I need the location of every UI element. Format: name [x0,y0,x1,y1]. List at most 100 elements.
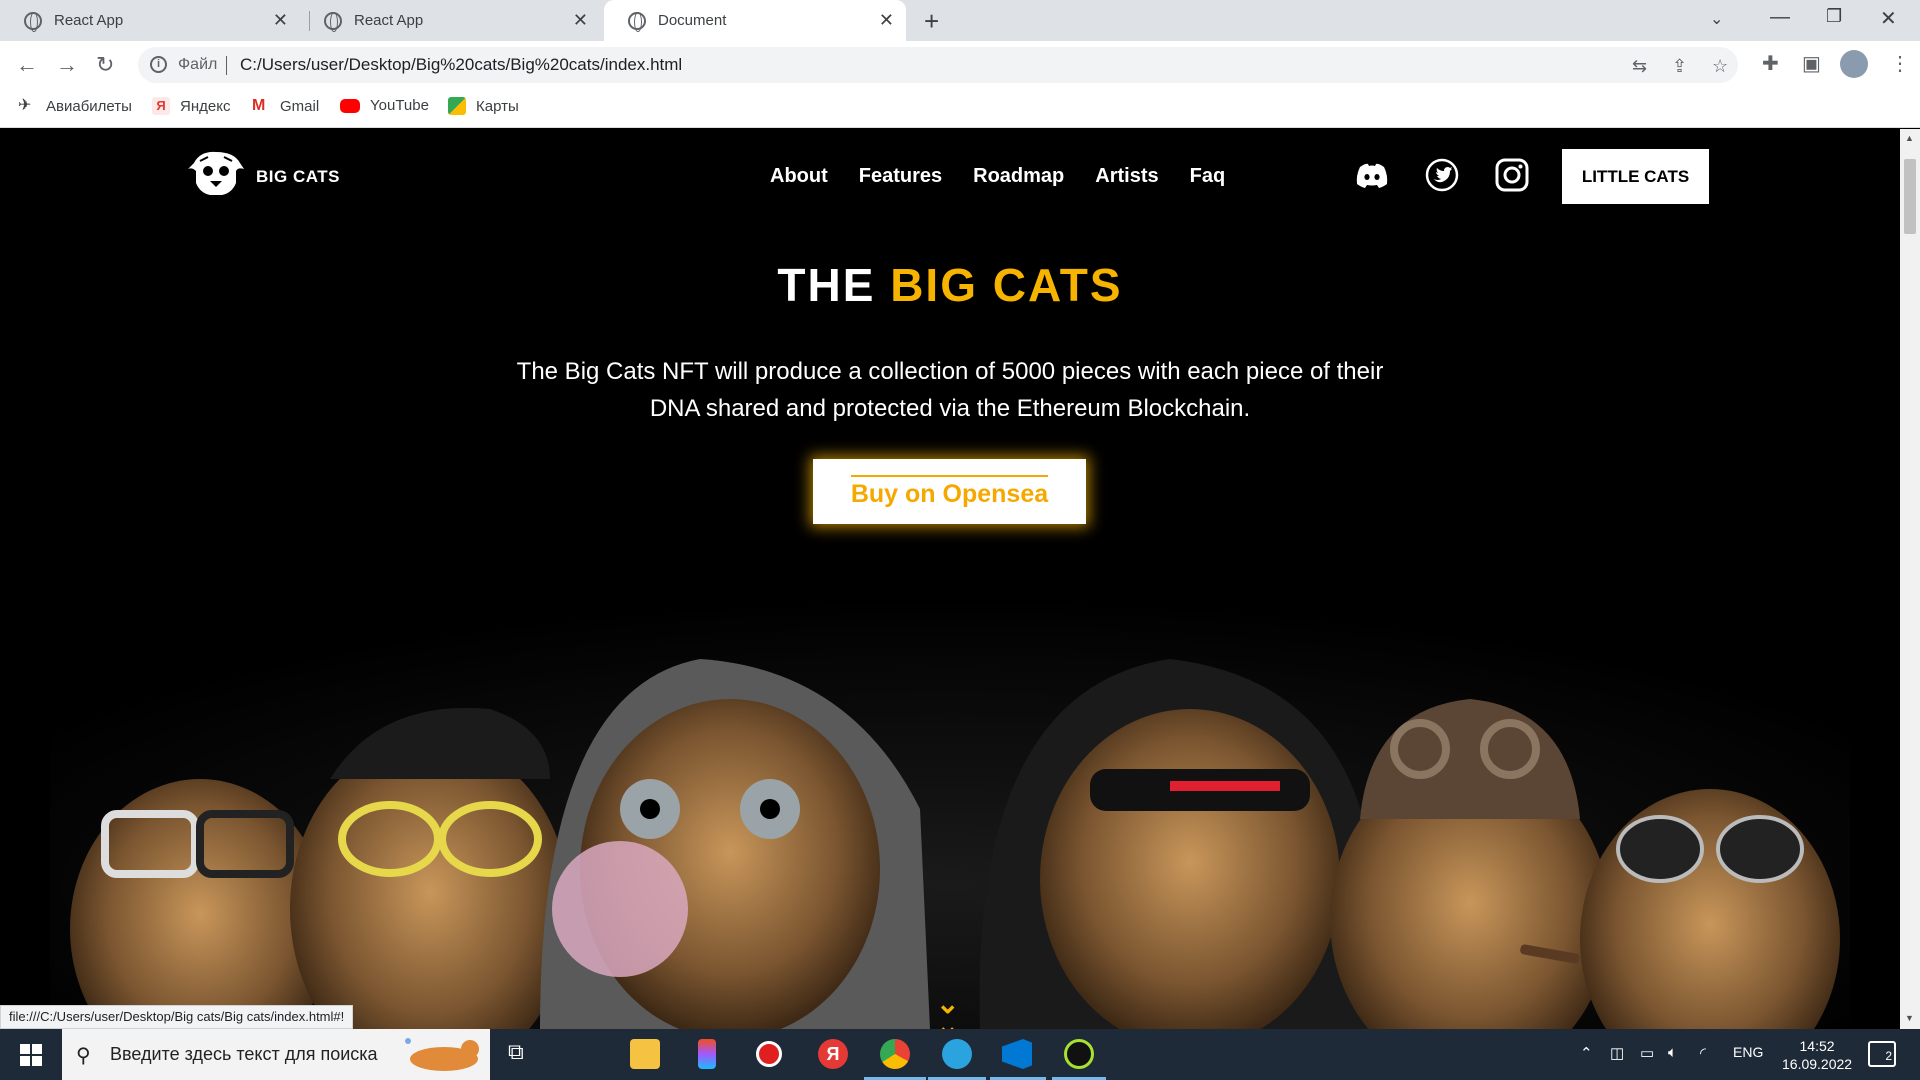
bookmark-label: YouTube [370,97,429,114]
globe-icon [628,11,646,32]
windows-start-icon[interactable] [20,1044,42,1066]
divider [226,56,227,75]
avatar[interactable] [1840,50,1868,78]
plane-icon: ✈ [18,97,32,114]
meet-now-icon[interactable]: ◫ [1610,1044,1624,1062]
close-tab-icon[interactable]: ✕ [573,10,588,31]
bookmarks-bar: ✈ Авиабилеты Я Яндекс M Gmail YouTube Ка… [0,88,1920,128]
discord-icon[interactable] [1354,157,1390,193]
hero-title: THE BIG CATS [0,258,1900,312]
main-nav: About Features Roadmap Artists Faq [770,165,1225,188]
bookmark-gmail[interactable]: M Gmail [252,97,319,115]
maps-icon [448,97,466,115]
scroll-up-arrow-icon[interactable]: ▲ [1905,133,1914,143]
bookmark-maps[interactable]: Карты [448,97,519,115]
record-icon[interactable] [756,1041,782,1067]
nav-about[interactable]: About [770,165,828,188]
network-icon[interactable]: ◜ [1700,1044,1706,1062]
search-placeholder: Введите здесь текст для поиска [110,1044,378,1064]
search-icon: ⚲ [76,1045,91,1067]
tab-document[interactable]: Document ✕ [604,0,906,41]
scroll-down-icon-2[interactable]: ⌄ [936,1009,959,1029]
figma-icon[interactable] [698,1039,716,1069]
close-window-icon[interactable]: ✕ [1880,6,1897,31]
browser-tab-bar: React App ✕ React App ✕ Document ✕ + ⌄ —… [0,0,1920,41]
side-panel-icon[interactable]: ▣ [1802,51,1821,76]
forward-icon[interactable]: → [56,52,78,78]
tab-title: React App [54,12,124,29]
info-icon[interactable]: i [150,56,167,73]
buy-on-opensea-button[interactable]: Buy on Opensea [813,459,1086,524]
globe-icon [324,11,342,32]
notification-center-icon[interactable]: 2 [1868,1041,1896,1067]
share-icon[interactable]: ⇪ [1672,56,1687,77]
tab-react-app-2[interactable]: React App ✕ [300,0,600,41]
yandex-browser-icon[interactable]: Я [818,1039,848,1069]
gmail-icon: M [252,97,266,114]
restore-icon[interactable]: ❐ [1826,6,1842,27]
logo[interactable]: BIG CATS [186,149,340,197]
bookmark-label: Яндекс [180,97,231,115]
youtube-icon [340,98,360,113]
scrollbar-thumb[interactable] [1904,159,1916,234]
url-text[interactable]: C:/Users/user/Desktop/Big%20cats/Big%20c… [240,55,682,75]
windows-taskbar: ⚲ Введите здесь текст для поиска ⧉ Я ⌃ ◫… [0,1029,1920,1080]
volume-icon[interactable]: 🔈︎ [1668,1044,1677,1061]
translate-icon[interactable]: ⇆ [1632,56,1647,77]
search-highlight-icon [405,1038,479,1071]
hero-title-accent: BIG CATS [890,259,1123,311]
bookmark-aviabilety[interactable]: ✈ Авиабилеты [18,97,132,115]
tab-search-icon[interactable]: ⌄ [1710,9,1723,29]
reload-icon[interactable]: ↻ [96,52,114,78]
minimize-icon[interactable]: — [1770,6,1790,29]
chrome-icon[interactable] [880,1039,910,1069]
back-icon[interactable]: ← [16,52,38,78]
extensions-icon[interactable]: ✚ [1762,51,1779,76]
tab-react-app-1[interactable]: React App ✕ [0,0,300,41]
close-tab-icon[interactable]: ✕ [273,10,288,31]
nav-faq[interactable]: Faq [1190,165,1226,188]
nav-roadmap[interactable]: Roadmap [973,165,1064,188]
logo-text: BIG CATS [256,167,340,186]
task-view-icon[interactable]: ⧉ [508,1039,538,1069]
instagram-icon[interactable] [1494,157,1530,193]
taskbar-search[interactable]: ⚲ Введите здесь текст для поиска [62,1029,490,1080]
telegram-icon[interactable] [942,1039,972,1069]
menu-icon[interactable]: ⋮ [1890,51,1910,76]
twitter-icon[interactable] [1424,157,1460,193]
clock[interactable]: 14:52 16.09.2022 [1782,1037,1852,1073]
new-tab-icon[interactable]: + [924,6,939,37]
battery-icon[interactable]: ▭ [1640,1044,1654,1062]
site-header: BIG CATS About Features Roadmap Artists … [0,129,1900,209]
close-tab-icon[interactable]: ✕ [879,10,894,31]
page-scrollbar[interactable]: ▲ ▼ [1900,129,1920,1029]
buy-on-opensea-label: Buy on Opensea [850,474,1049,509]
bookmark-label: Gmail [280,97,320,115]
bookmark-youtube[interactable]: YouTube [340,97,429,114]
page-viewport: BIG CATS About Features Roadmap Artists … [0,129,1900,1029]
nav-artists[interactable]: Artists [1095,165,1158,188]
nav-features[interactable]: Features [859,165,942,188]
file-explorer-icon[interactable] [630,1039,660,1069]
little-cats-button[interactable]: LITTLE CATS [1562,149,1709,204]
language-indicator[interactable]: ENG [1733,1044,1763,1060]
app-icon[interactable] [1064,1039,1094,1069]
tray-chevron-icon[interactable]: ⌃ [1580,1044,1593,1062]
cat-logo-icon [188,151,244,195]
bookmark-star-icon[interactable]: ☆ [1712,56,1728,77]
hero-cats-image [50,549,1850,1029]
clock-date: 16.09.2022 [1782,1056,1853,1072]
globe-icon [24,11,42,32]
scroll-down-arrow-icon[interactable]: ▼ [1905,1013,1914,1023]
clock-time: 14:52 [1799,1038,1835,1054]
bookmark-label: Карты [476,97,519,115]
address-bar[interactable]: i Файл C:/Users/user/Desktop/Big%20cats/… [138,47,1738,83]
vscode-icon[interactable] [1002,1039,1032,1069]
hero-title-white: THE [777,259,876,311]
file-label: Файл [178,56,218,73]
tab-title: React App [354,12,424,29]
bookmark-label: Авиабилеты [46,97,132,115]
browser-toolbar: ← → ↻ i Файл C:/Users/user/Desktop/Big%2… [0,41,1920,88]
hero-description: The Big Cats NFT will produce a collecti… [516,358,1384,422]
bookmark-yandex[interactable]: Я Яндекс [152,97,230,115]
